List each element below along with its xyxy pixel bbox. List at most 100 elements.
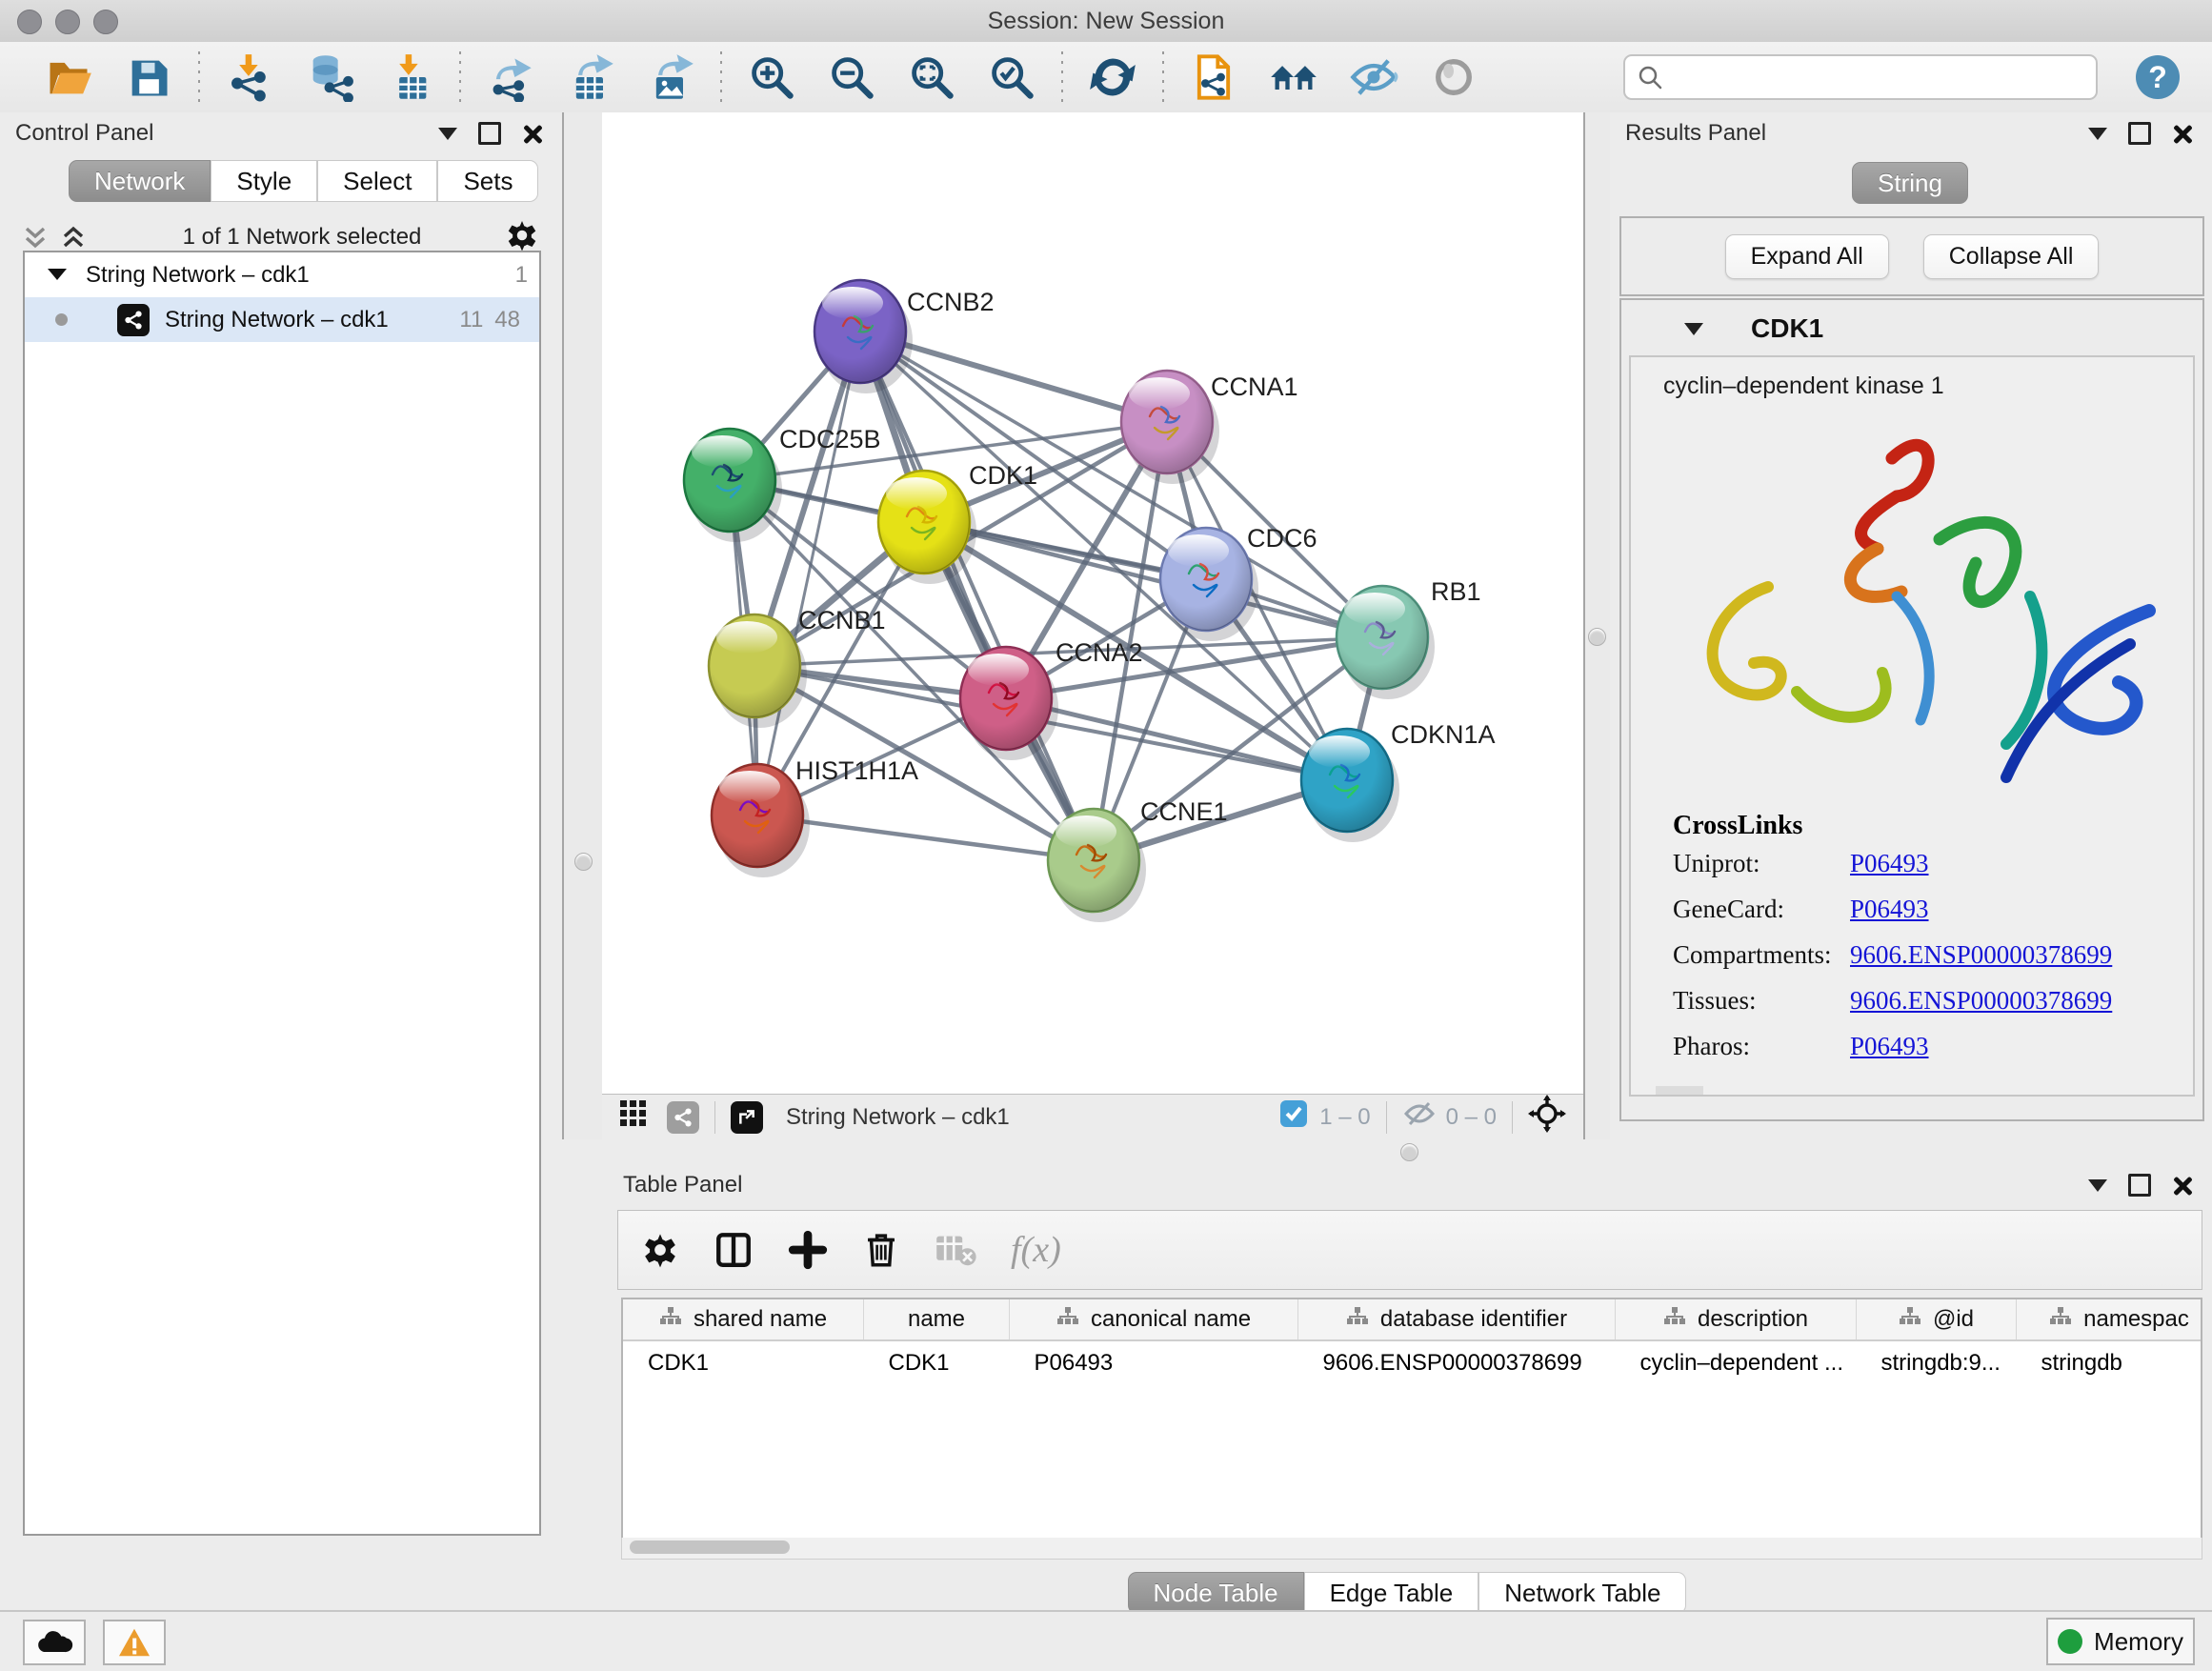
tab-style[interactable]: Style <box>211 160 317 202</box>
close-panel-icon[interactable] <box>522 124 541 143</box>
column-header--id[interactable]: @id <box>1857 1299 2017 1340</box>
column-tree-icon <box>1346 1306 1369 1334</box>
column-header-shared-name[interactable]: shared name <box>623 1299 864 1340</box>
table-close-panel-icon[interactable] <box>2172 1176 2191 1195</box>
import-network-button[interactable] <box>222 49 277 106</box>
save-session-button[interactable] <box>121 49 176 106</box>
fit-selected-crosshair-icon[interactable] <box>1528 1095 1566 1139</box>
panel-menu-icon[interactable] <box>438 128 457 140</box>
tab-edge-table[interactable]: Edge Table <box>1304 1572 1479 1614</box>
control-panel-title: Control Panel <box>15 120 438 147</box>
collapse-all-button[interactable]: Collapse All <box>1923 234 2100 279</box>
collection-count: 1 <box>515 262 528 289</box>
home-button[interactable] <box>1266 49 1321 106</box>
network-type-icon[interactable] <box>667 1101 699 1134</box>
right-splitter-handle[interactable] <box>1588 628 1606 646</box>
entry-scrollbar-thumb[interactable] <box>1656 1086 1703 1095</box>
export-table-button[interactable] <box>563 49 618 106</box>
hide-show-button[interactable] <box>1346 49 1401 106</box>
table-float-panel-icon[interactable] <box>2128 1174 2151 1197</box>
collapse-all-networks-icon[interactable] <box>23 223 48 252</box>
crosslink-link[interactable]: 9606.ENSP00000378699 <box>1850 940 2112 970</box>
column-tree-icon <box>1056 1306 1079 1334</box>
horizontal-splitter[interactable] <box>602 1139 2212 1164</box>
inspect-button[interactable] <box>1426 49 1481 106</box>
select-columns-icon[interactable] <box>714 1230 754 1270</box>
node-CDC6[interactable]: CDC6 <box>1160 524 1317 641</box>
right-splitter[interactable] <box>1583 112 1610 1139</box>
column-header-namespac[interactable]: namespac <box>2017 1299 2203 1340</box>
apply-layout-button[interactable] <box>1085 49 1140 106</box>
export-image-button[interactable] <box>643 49 698 106</box>
results-close-panel-icon[interactable] <box>2172 124 2191 143</box>
memory-button[interactable]: Memory <box>2046 1618 2195 1665</box>
network-row-selected[interactable]: String Network – cdk1 11 48 <box>25 297 539 342</box>
node-CDK1[interactable]: CDK1 <box>878 461 1037 584</box>
crosslink-label: Compartments: <box>1673 940 1850 970</box>
titlebar: Session: New Session <box>0 0 2212 43</box>
import-table-button[interactable] <box>382 49 437 106</box>
tab-string[interactable]: String <box>1852 162 1968 204</box>
selected-checkbox-icon[interactable] <box>1279 1099 1308 1135</box>
column-header-database-identifier[interactable]: database identifier <box>1298 1299 1616 1340</box>
main-toolbar: ? <box>0 42 2212 114</box>
crosslink-link[interactable]: 9606.ENSP00000378699 <box>1850 986 2112 1016</box>
table-panel-menu-icon[interactable] <box>2088 1179 2107 1192</box>
network-collection-row[interactable]: String Network – cdk1 1 <box>25 252 539 297</box>
zoom-selected-button[interactable] <box>984 49 1039 106</box>
float-panel-icon[interactable] <box>478 122 501 145</box>
entry-collapse-icon[interactable] <box>1684 323 1703 335</box>
import-network-database-button[interactable] <box>302 49 357 106</box>
tab-select[interactable]: Select <box>317 160 437 202</box>
open-in-window-icon[interactable] <box>731 1101 763 1134</box>
string-document-button[interactable] <box>1186 49 1241 106</box>
open-session-button[interactable] <box>41 49 96 106</box>
crosslink-link[interactable]: P06493 <box>1850 849 1929 878</box>
cloud-status-button[interactable] <box>23 1620 86 1665</box>
node-CCNE1[interactable]: CCNE1 <box>1048 797 1228 922</box>
tab-network[interactable]: Network <box>69 160 211 202</box>
delete-column-icon[interactable] <box>862 1230 900 1270</box>
left-splitter-handle[interactable] <box>574 853 593 871</box>
node-CDKN1A[interactable]: CDKN1A <box>1301 720 1496 842</box>
birds-eye-grid-icon[interactable] <box>619 1099 648 1135</box>
export-network-button[interactable] <box>483 49 538 106</box>
table-settings-gear-icon[interactable] <box>641 1231 679 1269</box>
table-row[interactable]: CDK1CDK1P064939606.ENSP00000378699cyclin… <box>623 1340 2202 1385</box>
zoom-fit-button[interactable] <box>904 49 959 106</box>
results-float-panel-icon[interactable] <box>2128 122 2151 145</box>
node-CCNB2[interactable]: CCNB2 <box>814 280 995 393</box>
node-CDC25B[interactable]: CDC25B <box>684 425 881 542</box>
cytoscape-window: Session: New Session ? Control Panel Net… <box>0 0 2212 1671</box>
column-header-description[interactable]: description <box>1616 1299 1857 1340</box>
table-scrollbar-thumb[interactable] <box>630 1540 790 1554</box>
memory-label: Memory <box>2094 1627 2183 1657</box>
help-button[interactable]: ? <box>2136 55 2180 99</box>
zoom-in-button[interactable] <box>744 49 799 106</box>
horizontal-splitter-handle[interactable] <box>1400 1143 1418 1161</box>
add-column-icon[interactable] <box>788 1230 828 1270</box>
warnings-button[interactable] <box>103 1620 166 1665</box>
zoom-out-button[interactable] <box>824 49 879 106</box>
expand-all-networks-icon[interactable] <box>61 223 86 252</box>
expand-all-button[interactable]: Expand All <box>1725 234 1889 279</box>
results-panel-menu-icon[interactable] <box>2088 128 2107 140</box>
node-RB1[interactable]: RB1 <box>1337 577 1481 699</box>
left-splitter[interactable] <box>562 112 604 1139</box>
tab-node-table[interactable]: Node Table <box>1128 1572 1304 1614</box>
crosslink-link[interactable]: P06493 <box>1850 895 1929 924</box>
node-HIST1H1A[interactable]: HIST1H1A <box>712 756 918 877</box>
search-input[interactable] <box>1663 63 2084 91</box>
network-canvas[interactable]: CCNB2CCNA1CDC25BCDK1CDC6RB1CCNB1CCNA2CDK… <box>602 112 1583 1095</box>
table-horizontal-scrollbar[interactable] <box>621 1538 2202 1560</box>
node-table[interactable]: shared namenamecanonical namedatabase id… <box>621 1298 2202 1541</box>
edge-CCNB2-HIST1H1A[interactable] <box>757 332 860 815</box>
crosslink-link[interactable]: P06493 <box>1850 1032 1929 1061</box>
tab-sets[interactable]: Sets <box>437 160 538 202</box>
column-header-canonical-name[interactable]: canonical name <box>1010 1299 1298 1340</box>
tab-network-table[interactable]: Network Table <box>1478 1572 1686 1614</box>
column-header-name[interactable]: name <box>864 1299 1010 1340</box>
search-box[interactable] <box>1623 54 2098 100</box>
column-tree-icon <box>659 1306 682 1334</box>
network-tree: String Network – cdk1 1 String Network –… <box>23 251 541 1536</box>
